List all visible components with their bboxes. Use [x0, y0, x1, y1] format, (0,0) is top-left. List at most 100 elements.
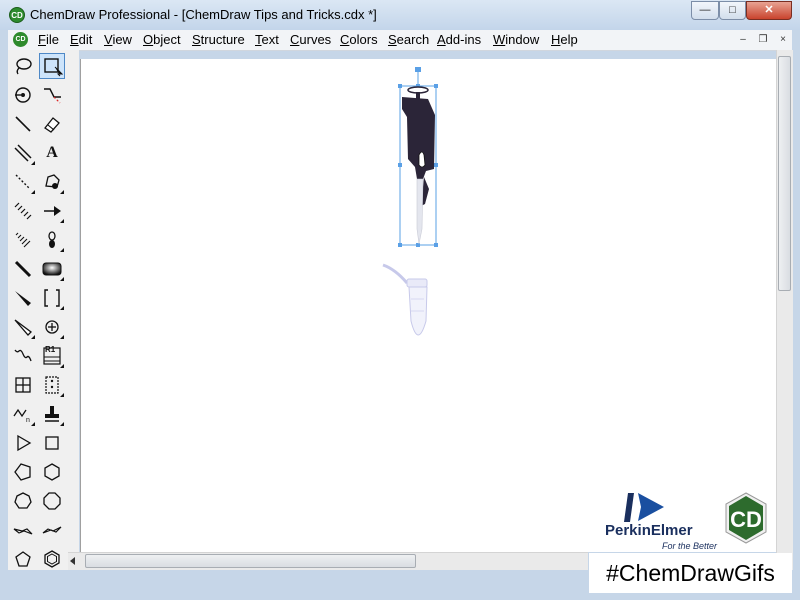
- submenu-indicator-icon: [60, 219, 64, 223]
- charge-plus-icon: [45, 320, 59, 334]
- stamp-icon: [45, 406, 59, 422]
- hollow-wedge-tool[interactable]: [10, 314, 36, 340]
- template-tool[interactable]: [39, 169, 65, 195]
- pentagon-tool[interactable]: [10, 459, 36, 485]
- submenu-indicator-icon: [31, 161, 35, 165]
- tlc-plate-icon: [45, 376, 59, 394]
- orbital-icon: [48, 231, 56, 248]
- wavy-bond-tool[interactable]: [10, 343, 36, 369]
- submenu-indicator-icon: [31, 190, 35, 194]
- menu-edit[interactable]: Edit: [70, 32, 92, 47]
- heptagon-tool[interactable]: [10, 488, 36, 514]
- menu-view[interactable]: View: [104, 32, 132, 47]
- tlc-tool[interactable]: [39, 372, 65, 398]
- acyclic-chain-icon: n: [13, 408, 30, 424]
- menu-search[interactable]: Search: [388, 32, 429, 47]
- window-title: ChemDraw Professional - [ChemDraw Tips a…: [30, 7, 377, 22]
- vertical-scrollbar[interactable]: [776, 50, 793, 570]
- acyclic-chain-tool[interactable]: n: [10, 401, 36, 427]
- structure-perspective-tool[interactable]: [10, 82, 36, 108]
- menu-help[interactable]: Help: [551, 32, 578, 47]
- dashed-bond-icon: [15, 174, 31, 190]
- lasso-icon: [16, 58, 32, 75]
- chemdraw-app-icon[interactable]: CD: [9, 7, 25, 23]
- close-icon: ✕: [764, 4, 774, 16]
- menu-window[interactable]: Window: [493, 32, 539, 47]
- pentagon-icon: [14, 463, 31, 481]
- mdi-minimize-button[interactable]: –: [734, 32, 752, 47]
- multiple-bond-tool[interactable]: [10, 140, 36, 166]
- orbital-tool[interactable]: [39, 227, 65, 253]
- hashed-wedge-icon: [15, 232, 31, 248]
- cyclohexane-chair-tool-2[interactable]: [39, 517, 65, 543]
- square-tool[interactable]: [39, 430, 65, 456]
- stamp-tool[interactable]: [39, 401, 65, 427]
- pipette-drawing[interactable]: [402, 86, 435, 245]
- minimize-button[interactable]: —: [691, 1, 719, 20]
- arrow-tool[interactable]: [39, 198, 65, 224]
- menu-colors[interactable]: Colors: [340, 32, 378, 47]
- menu-text[interactable]: Text: [255, 32, 279, 47]
- microcentrifuge-tube-drawing[interactable]: [382, 263, 428, 336]
- cyclopentane-icon: [15, 551, 31, 567]
- text-tool[interactable]: A: [39, 140, 65, 166]
- menu-object[interactable]: Object: [143, 32, 181, 47]
- triangle-icon: [17, 434, 32, 452]
- benzene-tool[interactable]: [39, 546, 65, 572]
- drawing-elements-tool[interactable]: [39, 256, 65, 282]
- cyclopentadiene-tool[interactable]: [10, 546, 36, 572]
- submenu-indicator-icon: [31, 335, 35, 339]
- scroll-left-icon[interactable]: [70, 557, 75, 565]
- wavy-bond-icon: [14, 349, 32, 362]
- close-button[interactable]: ✕: [746, 1, 792, 20]
- marquee-icon: [44, 58, 63, 77]
- menu-structure[interactable]: Structure: [192, 32, 245, 47]
- arrow-icon: [44, 206, 61, 216]
- solid-bond-tool[interactable]: [10, 111, 36, 137]
- maximize-button[interactable]: □: [719, 1, 746, 20]
- dashed-bond-tool[interactable]: [10, 169, 36, 195]
- hashed-wedge-tool[interactable]: [10, 227, 36, 253]
- bold-bond-tool[interactable]: [10, 256, 36, 282]
- submenu-indicator-icon: [60, 277, 64, 281]
- eraser-tool[interactable]: [39, 111, 65, 137]
- eraser-icon: [44, 117, 60, 133]
- submenu-indicator-icon: [60, 364, 64, 368]
- canvas-drawing: [382, 67, 438, 336]
- hexagon-icon: [44, 463, 60, 481]
- lasso-tool[interactable]: [10, 53, 36, 79]
- submenu-indicator-icon: [60, 422, 64, 426]
- menu-file[interactable]: File: [38, 32, 59, 47]
- octagon-icon: [43, 492, 61, 510]
- horizontal-scrollbar[interactable]: [68, 552, 588, 570]
- hashed-bond-tool[interactable]: [10, 198, 36, 224]
- octagon-tool[interactable]: [39, 488, 65, 514]
- menu-curves[interactable]: Curves: [290, 32, 331, 47]
- submenu-indicator-icon: [60, 335, 64, 339]
- hexagon-tool[interactable]: [39, 459, 65, 485]
- chair-conformation-alt-icon: [42, 526, 62, 534]
- menu-add-ins[interactable]: Add-ins: [437, 32, 481, 47]
- table-tool[interactable]: [10, 372, 36, 398]
- cyclohexane-chair-tool-1[interactable]: [10, 517, 36, 543]
- double-bond-icon: [14, 144, 32, 162]
- query-tool[interactable]: R1: [39, 343, 65, 369]
- horizontal-scroll-thumb[interactable]: [85, 554, 416, 568]
- marquee-tool[interactable]: [39, 53, 65, 79]
- drawing-canvas[interactable]: [80, 59, 777, 552]
- bond-chain-tool[interactable]: [39, 82, 65, 108]
- menu-bar: CD File Edit View Object Structure Text …: [8, 30, 792, 51]
- brackets-tool[interactable]: [39, 285, 65, 311]
- wedge-bond-tool[interactable]: [10, 285, 36, 311]
- minimize-icon: —: [699, 4, 711, 16]
- vertical-scroll-thumb[interactable]: [778, 56, 791, 291]
- wedge-bond-icon: [15, 291, 31, 306]
- square-icon: [45, 436, 59, 450]
- document-icon[interactable]: CD: [13, 32, 28, 47]
- template-icon: [45, 174, 60, 189]
- mdi-restore-button[interactable]: ❐: [754, 32, 772, 47]
- triangle-tool[interactable]: [10, 430, 36, 456]
- brackets-icon: [44, 289, 60, 307]
- mdi-close-button[interactable]: ×: [774, 32, 792, 47]
- submenu-indicator-icon: [31, 422, 35, 426]
